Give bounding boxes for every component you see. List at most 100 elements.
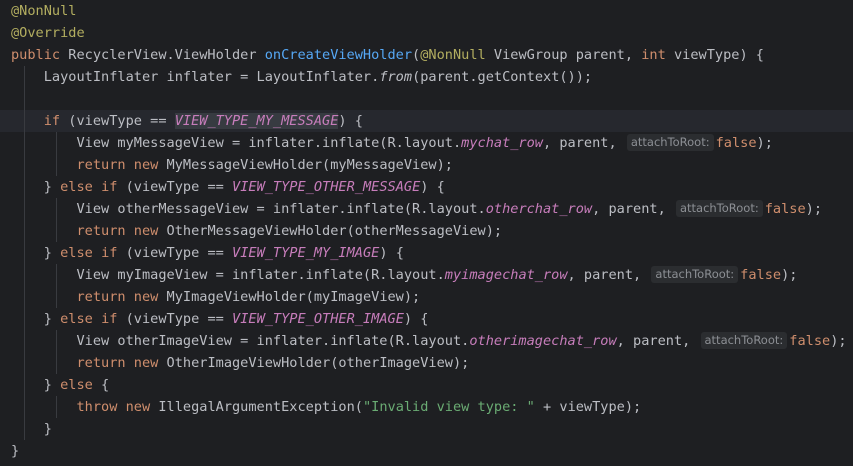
indent-guide [24,374,25,396]
parameter-hint: attachToRoot: [626,134,714,151]
keyword: false [789,333,831,349]
indent-guide [24,264,25,286]
code-text: ); [756,135,773,151]
indent-guide [24,352,25,374]
code-line-9[interactable]: } else if (viewType == VIEW_TYPE_OTHER_M… [11,176,853,198]
method-name: onCreateViewHolder [264,47,413,63]
code-text: ); [805,201,823,217]
indent-guide [24,220,25,242]
static-method: from [379,69,413,85]
annotation: @NonNull [11,3,77,19]
code-text: View otherImageView = inflater.inflate(R… [76,333,470,349]
code-text: (viewType == [117,245,233,261]
indent-guide [56,154,57,176]
code-line-2[interactable]: @Override [11,22,853,44]
annotation: @NonNull [420,47,486,63]
indent-guide [24,176,25,198]
keyword: return [76,355,126,371]
code-text: ); [830,333,847,349]
code-line-14[interactable]: return new MyImageViewHolder(myImageView… [11,286,853,308]
keyword: if [101,311,118,327]
code-text: } [43,179,61,195]
indent-guide [24,330,25,352]
keyword: new [133,157,159,173]
keyword: if [43,113,61,129]
code-text: } [43,311,61,327]
keyword: else [60,377,93,393]
code-line-6[interactable]: if (viewType == VIEW_TYPE_MY_MESSAGE) { [0,110,853,132]
string-literal: "Invalid view type: " [362,399,535,415]
code-text: LayoutInflater inflater = LayoutInflater… [43,69,380,85]
indent-guide [24,396,25,418]
keyword: throw [76,399,118,415]
code-line-16[interactable]: View otherImageView = inflater.inflate(R… [11,330,853,352]
code-text: RecyclerView.ViewHolder [60,47,265,63]
keyword: if [101,245,118,261]
indent-guide [24,198,25,220]
keyword: new [133,289,159,305]
code-text: ) { [338,113,363,129]
code-text: MyMessageViewHolder(myMessageView); [158,157,453,173]
constant: VIEW_TYPE_MY_MESSAGE [174,113,339,129]
parameter-hint: attachToRoot: [700,332,788,349]
code-line-21[interactable]: } [11,440,853,462]
parameter-hint: attachToRoot: [651,266,739,283]
code-text: ( [412,47,421,63]
code-text: ) { [403,311,429,327]
code-text: } [43,245,61,261]
code-line-18[interactable]: } else { [11,374,853,396]
keyword: return [76,289,126,305]
code-line-3[interactable]: public RecyclerView.ViewHolder onCreateV… [11,44,853,66]
indent-guide [24,242,25,264]
code-text: , parent, [542,135,625,151]
code-line-1[interactable]: @NonNull [11,0,853,22]
code-line-17[interactable]: return new OtherImageViewHolder(otherIma… [11,352,853,374]
indent-guide [56,264,57,286]
keyword: if [101,179,118,195]
indent-guide [56,396,57,418]
code-editor[interactable]: @NonNull @Override public RecyclerView.V… [0,0,853,466]
parameter-hint: attachToRoot: [675,200,763,217]
code-text: ) { [379,245,404,261]
indent-guide [56,330,57,352]
code-line-8[interactable]: return new MyMessageViewHolder(myMessage… [11,154,853,176]
keyword: return [76,223,126,239]
keyword: public [11,47,61,63]
code-text: , parent, [616,333,699,349]
code-text: , parent, [567,267,650,283]
code-text: View myMessageView = inflater.inflate(R.… [76,135,462,151]
code-line-7[interactable]: View myMessageView = inflater.inflate(R.… [11,132,853,154]
code-line-11[interactable]: return new OtherMessageViewHolder(otherM… [11,220,853,242]
indent-guide [56,220,57,242]
indent-guide [24,132,25,154]
code-line-10[interactable]: View otherMessageView = inflater.inflate… [11,198,853,220]
code-line-19[interactable]: throw new IllegalArgumentException("Inva… [11,396,853,418]
code-line-12[interactable]: } else if (viewType == VIEW_TYPE_MY_IMAG… [11,242,853,264]
keyword: new [133,223,159,239]
code-text: + viewType); [534,399,642,415]
keyword: new [125,399,151,415]
indent-guide [56,286,57,308]
code-line-20[interactable]: } [11,418,853,440]
code-text: viewType) { [665,47,764,63]
indent-guide [24,66,25,88]
code-text: View otherMessageView = inflater.inflate… [76,201,486,217]
code-text: , parent, [592,201,674,217]
code-text: (viewType == [117,179,233,195]
keyword: int [641,47,666,63]
code-text: ViewGroup parent, [485,47,642,63]
code-line-4[interactable]: LayoutInflater inflater = LayoutInflater… [11,66,853,88]
code-text: OtherImageViewHolder(otherImageView); [158,355,470,371]
keyword: false [764,201,806,217]
layout-field: myimagechat_row [444,267,568,283]
code-line-15[interactable]: } else if (viewType == VIEW_TYPE_OTHER_I… [11,308,853,330]
code-text: IllegalArgumentException( [150,399,363,415]
code-line-5[interactable] [11,88,853,110]
layout-field: otherchat_row [485,201,593,217]
code-line-13[interactable]: View myImageView = inflater.inflate(R.la… [11,264,853,286]
keyword: else [60,311,93,327]
code-text: (parent.getContext()); [412,69,593,85]
keyword: else [60,179,93,195]
code-text: ) { [420,179,445,195]
indent-guide [24,88,25,110]
